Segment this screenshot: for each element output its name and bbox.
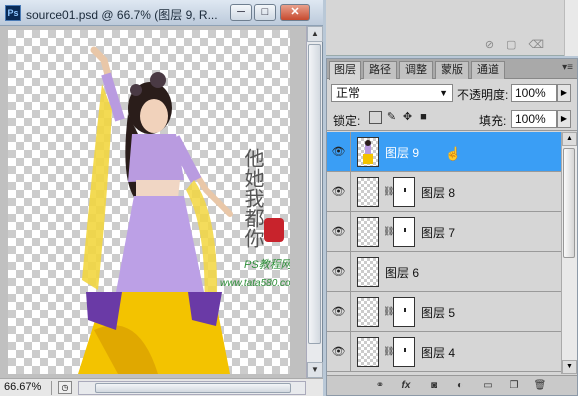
image-canvas[interactable]: 他她我都你 PS教程网 www.tata580.com	[8, 30, 299, 374]
lock-fill-row: 锁定: ✎ ✥ ■ 填充: 100% ▶	[327, 107, 577, 131]
document-title: source01.psd @ 66.7% (图层 9, R...	[26, 8, 218, 22]
maximize-button[interactable]: □	[254, 4, 276, 21]
scroll-thumb[interactable]	[308, 44, 321, 344]
adjustment-layer-icon[interactable]: ◐	[453, 379, 467, 392]
blend-opacity-row: 正常 ▼ 不透明度: 100% ▶	[327, 81, 577, 105]
layer-thumbnail[interactable]	[357, 177, 379, 207]
status-info-icon[interactable]: ◷	[58, 381, 72, 394]
blend-mode-select[interactable]: 正常 ▼	[331, 84, 453, 102]
layer-mask-thumbnail[interactable]	[393, 217, 415, 247]
layer-mask-thumbnail[interactable]	[393, 337, 415, 367]
chain-link-icon[interactable]: ⛓	[383, 306, 394, 318]
new-layer-icon[interactable]: ❐	[507, 379, 521, 392]
eye-icon[interactable]: 👁	[327, 132, 351, 172]
opacity-slider-arrow-icon[interactable]: ▶	[557, 84, 571, 102]
new-group-icon[interactable]: ▭	[481, 379, 495, 392]
hscroll-thumb[interactable]	[95, 383, 291, 393]
photoshop-app-icon: Ps	[5, 5, 21, 21]
scroll-down-arrow-icon[interactable]: ▼	[562, 360, 577, 374]
layer-row-7[interactable]: 👁 ⛓ 图层 7	[327, 212, 561, 252]
canvas-vertical-scrollbar[interactable]: ▲ ▼	[306, 26, 323, 378]
top-panel: ⊘▢⌫	[326, 0, 578, 56]
minimize-button[interactable]: ─	[230, 4, 252, 21]
canvas-area[interactable]: 他她我都你 PS教程网 www.tata580.com	[0, 26, 306, 378]
blend-mode-value: 正常	[336, 86, 361, 100]
layer-thumbnail[interactable]	[357, 217, 379, 247]
layer-row-5[interactable]: 👁 ⛓ 图层 5	[327, 292, 561, 332]
watermark-line2: www.tata580.com	[220, 278, 290, 289]
tab-channels[interactable]: 通道	[471, 61, 505, 79]
layers-panel: 图层 路径 调整 蒙版 通道 ▾≡ 正常 ▼ 不透明度: 100% ▶ 锁定: …	[326, 58, 578, 396]
tab-adjustments[interactable]: 调整	[399, 61, 433, 79]
opacity-input[interactable]: 100%	[511, 84, 557, 102]
layer-name[interactable]: 图层 8	[421, 184, 455, 201]
layer-thumbnail[interactable]	[357, 137, 379, 167]
document-window: Ps source01.psd @ 66.7% (图层 9, R... ─ □ …	[0, 0, 323, 396]
hand-cursor-icon: ☝	[445, 146, 462, 161]
tab-layers[interactable]: 图层	[329, 61, 361, 80]
top-panel-tools[interactable]: ⊘▢⌫	[485, 38, 556, 51]
lock-transparency-icon[interactable]	[369, 111, 382, 124]
tab-paths[interactable]: 路径	[363, 61, 397, 79]
layer-row-6[interactable]: 👁 图层 6	[327, 252, 561, 292]
eye-icon[interactable]: 👁	[327, 172, 351, 212]
eye-icon[interactable]: 👁	[327, 292, 351, 332]
layers-scroll-thumb[interactable]	[563, 148, 575, 258]
layer-row-9[interactable]: 👁 图层 9 ☝	[327, 132, 561, 172]
layer-mask-thumbnail[interactable]	[393, 177, 415, 207]
fill-label: 填充:	[479, 114, 507, 128]
layer-name[interactable]: 图层 7	[421, 224, 455, 241]
layer-mask-thumbnail[interactable]	[393, 297, 415, 327]
eye-icon[interactable]: 👁	[327, 212, 351, 252]
layer-row-4[interactable]: 👁 ⛓ 图层 4	[327, 332, 561, 372]
status-bar: 66.67% ◷	[0, 378, 323, 396]
lock-move-icon[interactable]: ✥	[401, 111, 414, 124]
lock-label: 锁定:	[333, 114, 361, 128]
layer-name[interactable]: 图层 6	[385, 264, 419, 281]
zoom-level[interactable]: 66.67%	[4, 381, 52, 395]
add-mask-icon[interactable]: ◙	[427, 379, 441, 392]
layer-name[interactable]: 图层 9	[385, 144, 419, 161]
woman-in-costume-image: 他她我都你 PS教程网 www.tata580.com	[78, 46, 299, 374]
canvas-horizontal-scrollbar[interactable]	[78, 381, 306, 395]
trash-icon[interactable]: 🗑	[533, 379, 547, 392]
link-layers-icon[interactable]: ⚭	[373, 379, 387, 392]
chain-link-icon[interactable]: ⛓	[383, 186, 394, 198]
layers-list: 👁 图层 9 ☝ 👁 ⛓ 图层 8 👁 ⛓ 图层 7 👁 图层 6 👁 ⛓ 图层…	[327, 132, 561, 374]
layer-thumbnail[interactable]	[357, 337, 379, 367]
layer-9-thumbnail-figure-icon	[363, 140, 373, 164]
scroll-up-arrow-icon[interactable]: ▲	[562, 132, 577, 146]
chevron-down-icon: ▼	[439, 88, 448, 98]
chain-link-icon[interactable]: ⛓	[383, 346, 394, 358]
scroll-down-arrow-icon[interactable]: ▼	[307, 362, 323, 378]
watermark-line1: PS教程网	[244, 258, 290, 271]
document-titlebar[interactable]: Ps source01.psd @ 66.7% (图层 9, R... ─ □ …	[0, 0, 323, 26]
layer-thumbnail[interactable]	[357, 257, 379, 287]
fill-input[interactable]: 100%	[511, 110, 557, 128]
layer-style-fx-icon[interactable]: fx	[399, 379, 413, 392]
calligraphy-text: 他她我都你	[241, 148, 265, 248]
opacity-label: 不透明度:	[457, 88, 509, 102]
tab-masks[interactable]: 蒙版	[435, 61, 469, 79]
layers-footer-toolbar: ⚭ fx ◙ ◐ ▭ ❐ 🗑	[327, 375, 577, 395]
eye-icon[interactable]: 👁	[327, 252, 351, 292]
panel-menu-icon[interactable]: ▾≡	[562, 62, 573, 73]
scroll-up-arrow-icon[interactable]: ▲	[307, 26, 323, 42]
chain-link-icon[interactable]: ⛓	[383, 226, 394, 238]
red-seal-stamp	[264, 218, 284, 242]
layer-name[interactable]: 图层 5	[421, 304, 455, 321]
panel-tabs: 图层 路径 调整 蒙版 通道 ▾≡	[327, 59, 577, 80]
layer-name[interactable]: 图层 4	[421, 344, 455, 361]
top-panel-scrollbar[interactable]	[564, 0, 578, 56]
fill-slider-arrow-icon[interactable]: ▶	[557, 110, 571, 128]
layer-thumbnail[interactable]	[357, 297, 379, 327]
lock-paint-brush-icon[interactable]: ✎	[385, 111, 398, 124]
close-button[interactable]: ✕	[280, 4, 310, 21]
layers-scrollbar[interactable]: ▲ ▼	[561, 132, 577, 374]
layer-row-8[interactable]: 👁 ⛓ 图层 8	[327, 172, 561, 212]
eye-icon[interactable]: 👁	[327, 332, 351, 372]
lock-all-icon[interactable]: ■	[417, 111, 430, 124]
